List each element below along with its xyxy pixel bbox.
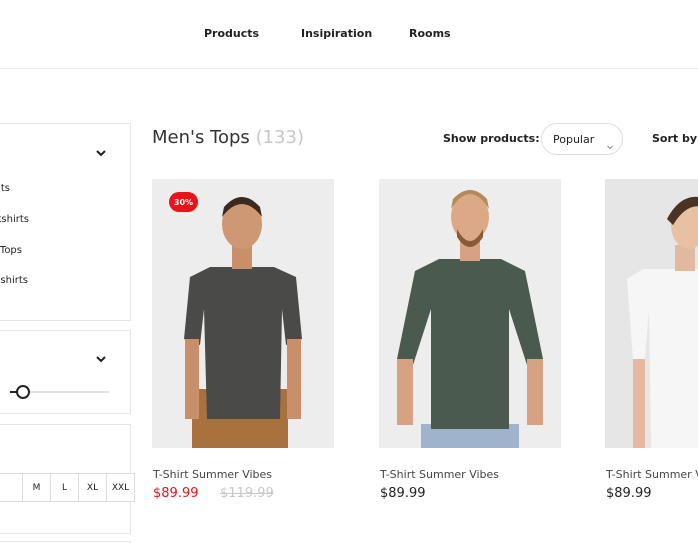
- product-count: (133): [255, 127, 304, 148]
- product-name[interactable]: T-Shirt Summer Vibes: [153, 468, 272, 481]
- show-products-value: Popular: [553, 133, 595, 146]
- chevron-down-icon: [606, 136, 614, 150]
- show-products-label: Show products:: [443, 132, 540, 145]
- size-option[interactable]: [0, 473, 23, 502]
- product-name[interactable]: T-Shirt Summer V: [606, 468, 698, 481]
- size-option-xxl[interactable]: XXL: [106, 473, 135, 502]
- nav-item-products[interactable]: Products: [204, 27, 259, 40]
- price-filter-panel: [0, 330, 131, 414]
- product-image[interactable]: [379, 179, 561, 448]
- nav-item-rooms[interactable]: Rooms: [409, 27, 451, 40]
- size-option-l[interactable]: L: [50, 473, 79, 502]
- size-option-m[interactable]: M: [22, 473, 51, 502]
- sort-by-label: Sort by:: [652, 132, 698, 145]
- category-item[interactable]: Tops: [0, 245, 22, 259]
- product-image[interactable]: [152, 179, 334, 448]
- size-option-xl[interactable]: XL: [78, 473, 107, 502]
- discount-badge: 30%: [169, 192, 198, 212]
- category-item[interactable]: shirts: [0, 275, 28, 289]
- top-navigation: Products Insipiration Rooms: [0, 0, 698, 69]
- product-price: $89.99: [380, 486, 426, 501]
- category-item[interactable]: ts: [0, 183, 10, 197]
- page-title-text: Men's Tops: [152, 127, 250, 148]
- product-name[interactable]: T-Shirt Summer Vibes: [380, 468, 499, 481]
- nav-item-inspiration[interactable]: Insipiration: [301, 27, 372, 40]
- category-collapse-chevron-icon[interactable]: [95, 147, 107, 159]
- price-slider-handle[interactable]: [15, 385, 30, 399]
- product-price: $89.99: [606, 486, 652, 501]
- page-title: Men's Tops (133): [152, 127, 304, 148]
- show-products-select[interactable]: Popular: [541, 123, 623, 155]
- price-collapse-chevron-icon[interactable]: [95, 353, 107, 365]
- product-price: $89.99: [153, 486, 199, 501]
- product-image[interactable]: [605, 179, 698, 448]
- category-item[interactable]: tshirts: [0, 214, 29, 228]
- product-old-price: $119.99: [220, 486, 274, 501]
